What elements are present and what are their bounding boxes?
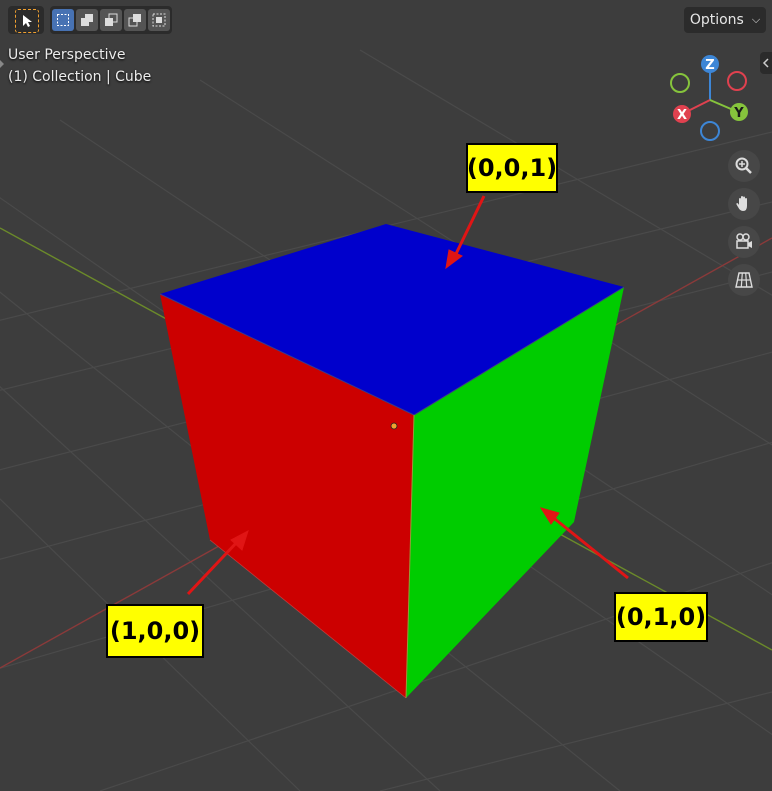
gizmo-z-label: Z bbox=[705, 58, 714, 73]
select-box-subtract-icon[interactable] bbox=[100, 9, 122, 31]
sidebar-toggle[interactable] bbox=[760, 52, 772, 74]
toolbar-expand-icon[interactable] bbox=[0, 60, 4, 68]
pan-button[interactable] bbox=[728, 188, 760, 220]
cursor-select-icon[interactable] bbox=[15, 9, 39, 33]
camera-icon bbox=[736, 233, 752, 249]
hand-pan-icon bbox=[736, 196, 747, 211]
perspective-toggle-button[interactable] bbox=[728, 264, 760, 296]
zoom-button[interactable] bbox=[728, 150, 760, 182]
selection-mode-group bbox=[50, 6, 172, 34]
zoom-icon bbox=[735, 157, 752, 174]
left-face-label: (1,0,0) bbox=[106, 604, 204, 658]
gizmo-neg-z[interactable] bbox=[700, 121, 720, 141]
gizmo-y-label: Y bbox=[733, 106, 744, 121]
top-face-label: (0,0,1) bbox=[466, 143, 558, 193]
view-name-text: User Perspective bbox=[8, 47, 126, 63]
gizmo-neg-y[interactable] bbox=[670, 73, 690, 93]
select-box-invert-icon[interactable] bbox=[124, 9, 146, 31]
chevron-down-icon: ⌵ bbox=[751, 13, 761, 26]
select-box-extend-icon[interactable] bbox=[76, 9, 98, 31]
select-box-intersect-icon[interactable] bbox=[148, 9, 170, 31]
collection-info-text: (1) Collection | Cube bbox=[8, 69, 152, 85]
camera-view-button[interactable] bbox=[728, 226, 760, 258]
cube-origin-dot[interactable] bbox=[390, 422, 398, 430]
3d-viewport[interactable] bbox=[0, 0, 772, 791]
right-face-label: (0,1,0) bbox=[614, 592, 708, 642]
navigation-gizmo[interactable]: Z X Y bbox=[664, 52, 760, 144]
chevron-left-icon bbox=[762, 58, 769, 68]
select-box-new-icon[interactable] bbox=[52, 9, 74, 31]
options-dropdown[interactable]: Options ⌵ bbox=[684, 7, 766, 33]
grid-perspective-icon bbox=[735, 272, 753, 288]
active-tool-group bbox=[8, 6, 44, 34]
options-label: Options bbox=[689, 12, 744, 28]
gizmo-neg-x[interactable] bbox=[727, 71, 747, 91]
gizmo-x-label: X bbox=[677, 108, 687, 123]
